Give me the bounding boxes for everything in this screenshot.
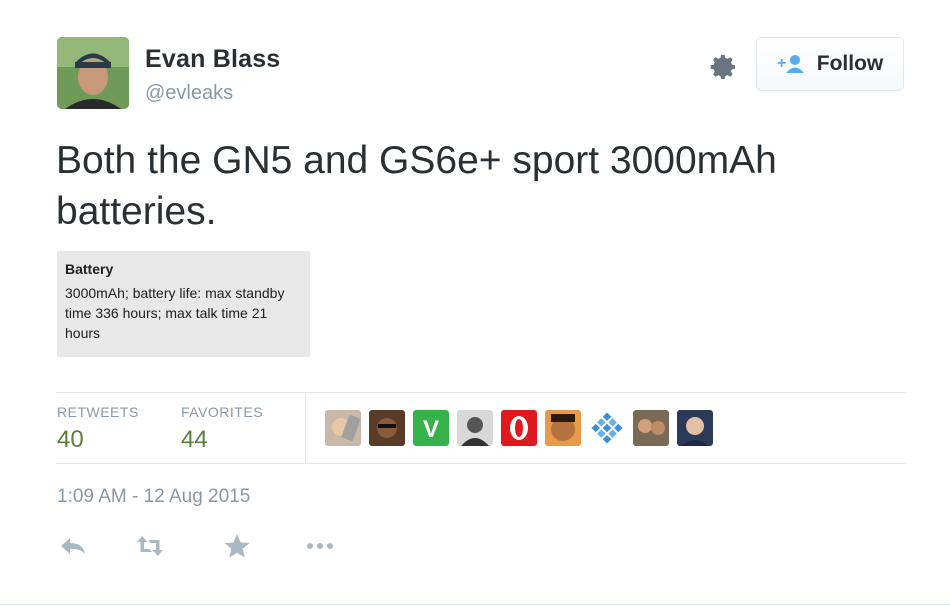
favoriter-avatar[interactable] [501, 410, 537, 446]
favoriter-avatar[interactable] [677, 410, 713, 446]
retweets-stat[interactable]: RETWEETS 40 [57, 404, 139, 454]
retweets-label: RETWEETS [57, 404, 139, 420]
bottom-border [0, 604, 950, 605]
favoriter-letter: V [423, 416, 439, 443]
stats-bottom-divider [56, 463, 906, 464]
favorites-label: FAVORITES [181, 404, 264, 420]
follow-label: Follow [816, 52, 884, 75]
favorites-count: 44 [181, 426, 208, 453]
favoriter-avatar[interactable] [457, 410, 493, 446]
gear-icon[interactable] [706, 50, 740, 84]
stats-separator [305, 394, 306, 463]
favorite-star-icon[interactable] [222, 532, 252, 560]
user-handle[interactable]: @evleaks [145, 82, 233, 105]
media-body: 3000mAh; battery life: max standby time … [65, 285, 285, 341]
tweet-media-image[interactable]: Battery 3000mAh; battery life: max stand… [57, 251, 310, 357]
user-avatar[interactable] [57, 37, 129, 109]
svg-text:+: + [777, 55, 786, 72]
media-title: Battery [65, 261, 114, 277]
favoriter-avatar[interactable] [369, 410, 405, 446]
display-name[interactable]: Evan Blass [145, 45, 280, 74]
favorites-stat[interactable]: FAVORITES 44 [181, 404, 263, 454]
retweet-icon[interactable] [135, 532, 165, 560]
favoriter-avatar[interactable] [325, 410, 361, 446]
favoriter-avatar[interactable] [545, 410, 581, 446]
retweets-count: 40 [57, 426, 84, 453]
favoriter-avatar[interactable] [589, 410, 625, 446]
tweet-text: Both the GN5 and GS6e+ sport 3000mAh bat… [56, 139, 777, 233]
favoriters-list: V [325, 410, 713, 446]
favoriter-avatar[interactable]: V [413, 410, 449, 446]
tweet-timestamp[interactable]: 1:09 AM - 12 Aug 2015 [57, 486, 250, 508]
more-icon[interactable] [305, 532, 335, 560]
stats-top-divider [56, 392, 906, 393]
follow-button[interactable]: + Follow [756, 37, 904, 91]
add-user-icon: + [777, 55, 804, 73]
reply-icon[interactable] [58, 532, 88, 560]
favoriter-avatar[interactable] [633, 410, 669, 446]
